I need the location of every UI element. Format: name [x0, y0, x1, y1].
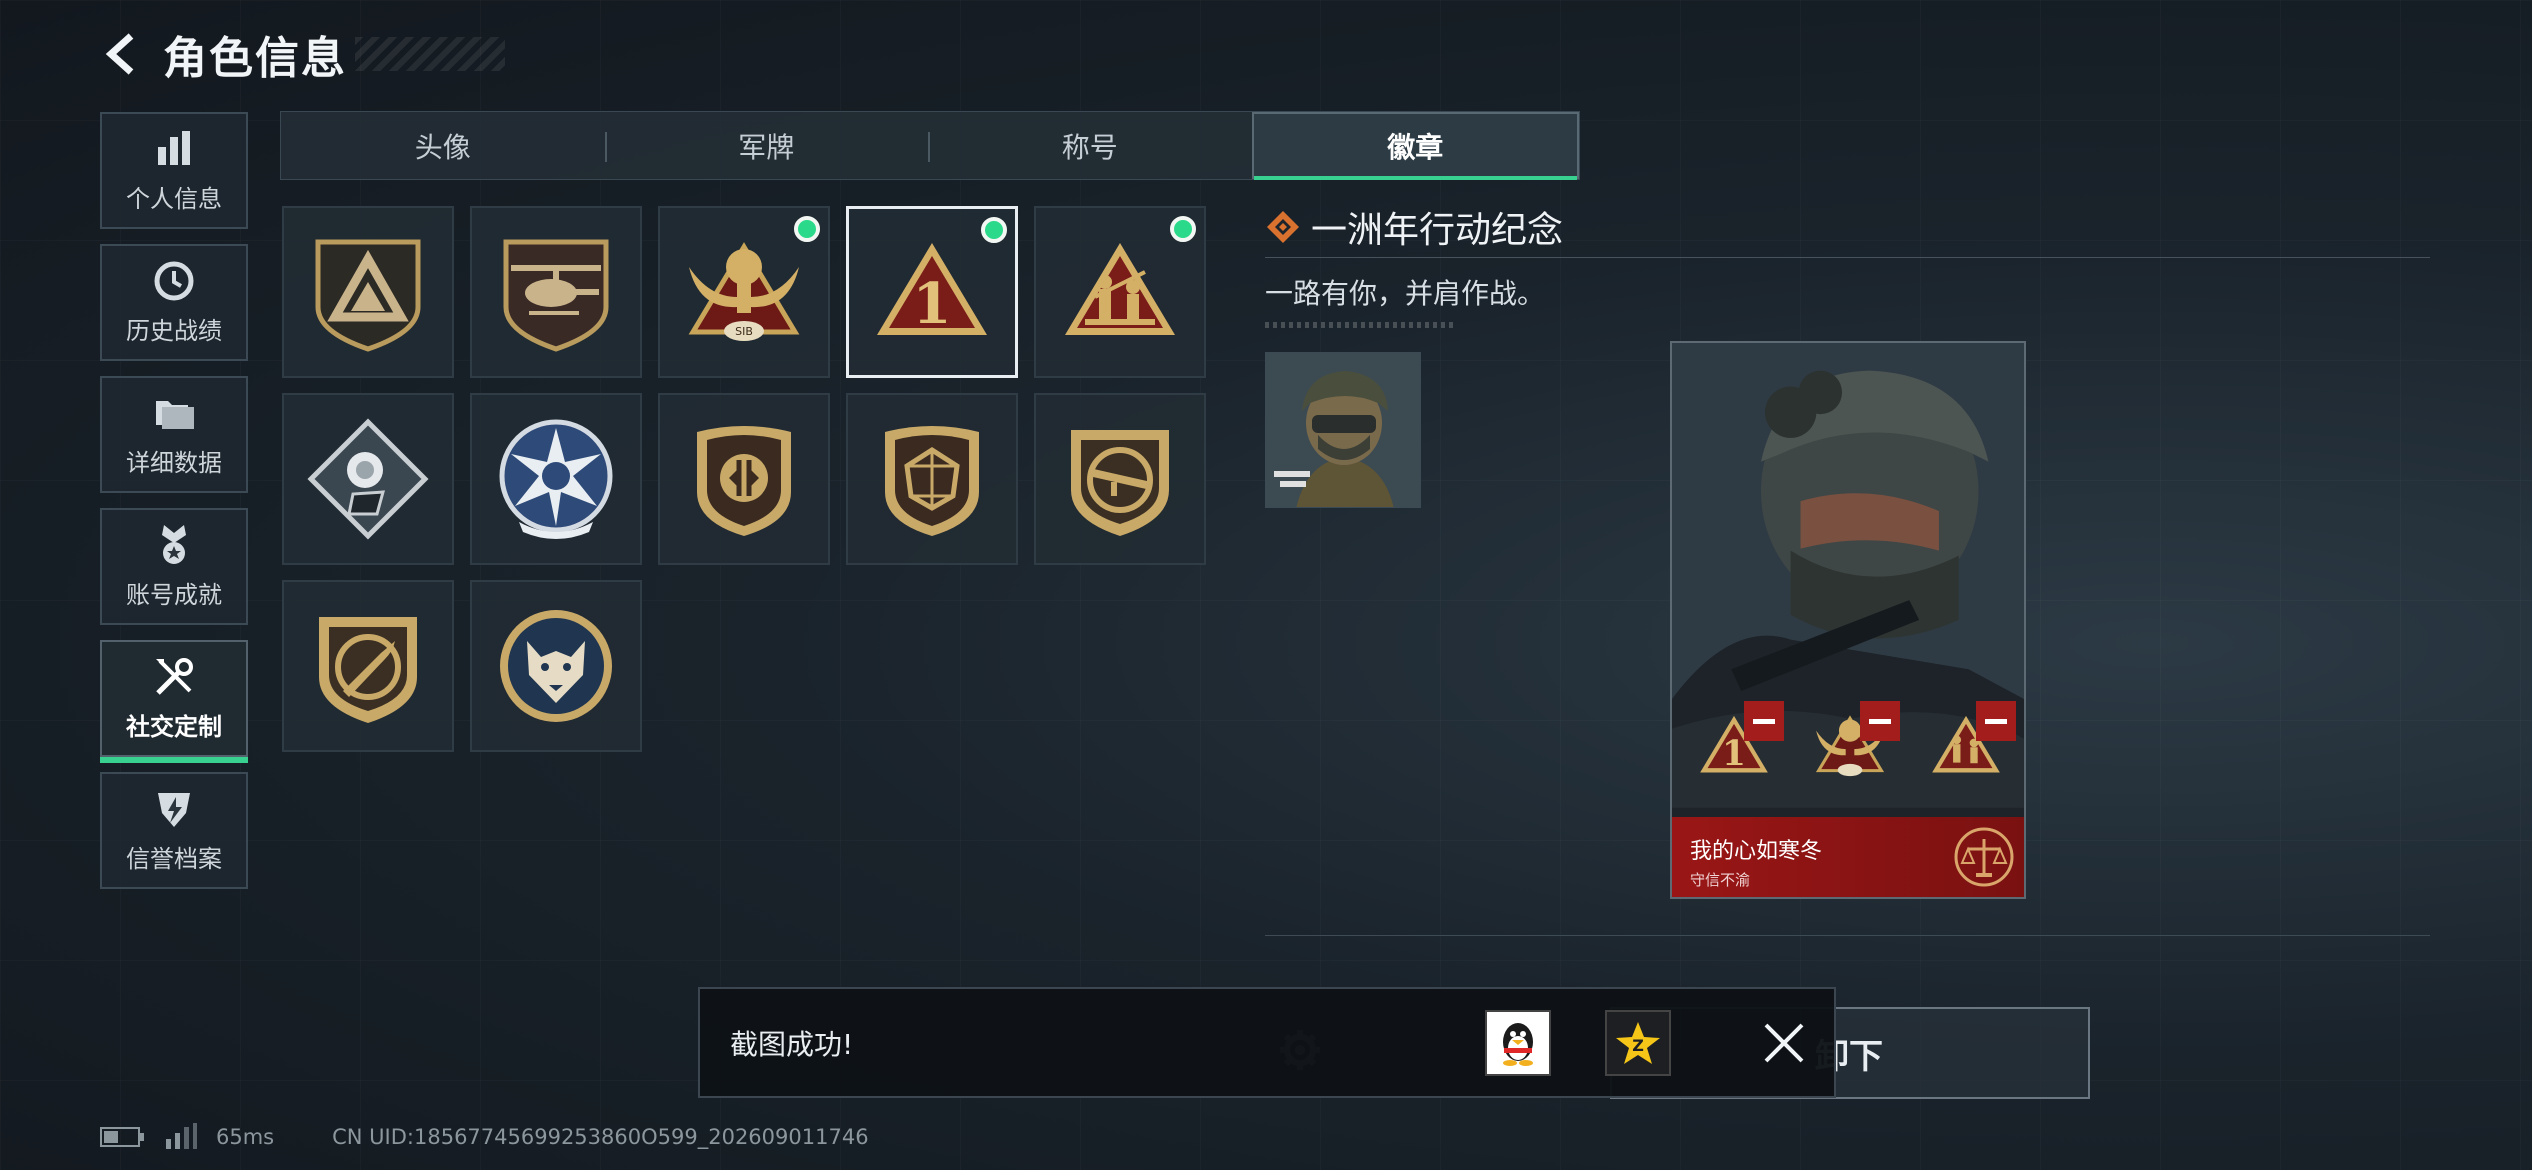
- dice-shield-badge: [885, 426, 979, 536]
- tab-bar: 头像 军牌 称号 徽章: [280, 111, 1580, 180]
- equipped-badge-slot: [1912, 701, 2020, 791]
- scales-emblem-icon: [1954, 827, 2014, 887]
- badge-cell[interactable]: [846, 393, 1018, 565]
- remove-badge-button[interactable]: [1976, 701, 2016, 741]
- svg-text:Z: Z: [1632, 1036, 1644, 1055]
- qq-penguin-icon: [1503, 1023, 1533, 1066]
- remove-badge-button[interactable]: [1860, 701, 1900, 741]
- signal-icon: [166, 1123, 197, 1149]
- sidebar-item-label: 详细数据: [126, 449, 222, 477]
- sidebar-item-label: 历史战绩: [126, 317, 222, 345]
- close-icon: [1764, 1023, 1804, 1063]
- badge-cell[interactable]: [282, 580, 454, 752]
- detail-decoration: [1265, 322, 1455, 328]
- clock-icon: [154, 261, 194, 301]
- badge-cell[interactable]: [658, 393, 830, 565]
- diamond-icon: [1267, 210, 1299, 243]
- badge-cell[interactable]: SIB: [658, 206, 830, 378]
- helicopter-badge: [503, 239, 609, 352]
- bullet-shield-badge: [319, 617, 417, 723]
- player-card-preview: 1 我的心如寒冬 守信不渝: [1670, 341, 2026, 899]
- status-bar: 65ms CN UID:18567745699253860O599_202609…: [100, 1120, 869, 1154]
- badge-cell[interactable]: [282, 393, 454, 565]
- equipped-indicator: [981, 217, 1007, 243]
- svg-text:SIB: SIB: [735, 325, 753, 338]
- sidebar-item-label: 社交定制: [126, 713, 222, 741]
- rose-diamond-badge: [307, 418, 429, 540]
- rifle-shield-badge: [1071, 430, 1169, 536]
- svg-text:1: 1: [913, 271, 952, 337]
- detail-header: 一洲年行动纪念: [1265, 200, 2430, 258]
- remove-badge-button[interactable]: [1744, 701, 1784, 741]
- sidebar-item-label: 信誉档案: [126, 845, 222, 873]
- toast-message: 截图成功!: [730, 1027, 854, 1061]
- badge-cell[interactable]: [282, 206, 454, 378]
- share-qq-button[interactable]: [1485, 1010, 1551, 1076]
- detail-description: 一路有你，并肩作战。: [1265, 277, 1546, 310]
- equipped-indicator: [1170, 216, 1196, 242]
- tools-icon: [156, 658, 193, 695]
- detail-title: 一洲年行动纪念: [1311, 209, 1564, 251]
- number-one-triangle-badge: 1: [877, 243, 987, 337]
- uid-text: CN UID:18567745699253860O599_20260901174…: [332, 1125, 869, 1149]
- card-title-bar: 我的心如寒冬 守信不渝: [1672, 817, 2024, 897]
- sidebar-item-label: 个人信息: [126, 185, 222, 213]
- medal-icon: [162, 525, 186, 564]
- ping-value: 65ms: [216, 1125, 275, 1149]
- svg-text:1: 1: [1722, 734, 1746, 774]
- sidebar-item-history[interactable]: 历史战绩: [100, 244, 248, 361]
- winged-sib-badge: SIB: [688, 242, 800, 341]
- chevron-left-icon[interactable]: [95, 26, 151, 82]
- sidebar-item-achievements[interactable]: 账号成就: [100, 508, 248, 625]
- sidebar-item-label: 账号成就: [126, 581, 222, 609]
- screenshot-toast: 截图成功! Z: [698, 987, 1836, 1098]
- badge-cell[interactable]: [1034, 393, 1206, 565]
- sidebar: 个人信息 历史战绩 详细数据 账号成就 社交定制 信誉档案: [100, 112, 248, 904]
- soldier-avatar-image: [1266, 353, 1420, 507]
- soldier-illustration: [1672, 343, 2024, 895]
- badge-cell[interactable]: 1: [846, 206, 1018, 378]
- badge-detail: 一洲年行动纪念 一路有你，并肩作战。: [1265, 200, 2430, 508]
- wolf-round-badge: [500, 610, 612, 722]
- equipped-indicator: [794, 216, 820, 242]
- tab-badge[interactable]: 徽章: [1251, 112, 1579, 180]
- badge-cell[interactable]: [470, 393, 642, 565]
- soldiers-triangle-badge: [1065, 243, 1175, 335]
- sidebar-item-personal-info[interactable]: 个人信息: [100, 112, 248, 229]
- sidebar-item-reputation[interactable]: 信誉档案: [100, 772, 248, 889]
- tab-dog-tag[interactable]: 军牌: [604, 112, 929, 179]
- header: 角色信息: [95, 22, 505, 86]
- tab-title[interactable]: 称号: [928, 112, 1252, 179]
- folder-icon: [156, 401, 194, 429]
- avatar[interactable]: [1265, 352, 1421, 508]
- split-shield-badge: [697, 426, 791, 536]
- star-icon: Z: [1616, 1022, 1660, 1064]
- badge-cell[interactable]: [470, 580, 642, 752]
- triangle-shield-badge: [315, 239, 421, 352]
- badge-cell[interactable]: [1034, 206, 1206, 378]
- bar-chart-icon: [158, 131, 190, 165]
- badge-grid: SIB 1: [282, 206, 1206, 752]
- divider: [1265, 935, 2430, 936]
- share-qzone-button[interactable]: Z: [1605, 1010, 1671, 1076]
- star-skull-badge: [499, 419, 613, 539]
- title-decoration: [355, 37, 505, 71]
- sidebar-item-social-custom[interactable]: 社交定制: [100, 640, 248, 763]
- shield-icon: [158, 793, 190, 827]
- page-title: 角色信息: [163, 33, 347, 84]
- battery-icon: [100, 1127, 144, 1147]
- close-button[interactable]: [1750, 1009, 1818, 1077]
- badge-cell[interactable]: [470, 206, 642, 378]
- sidebar-item-detailed-data[interactable]: 详细数据: [100, 376, 248, 493]
- equipped-badge-slot: 1: [1680, 701, 1788, 791]
- tab-avatar[interactable]: 头像: [281, 112, 605, 179]
- equipped-badges: 1: [1680, 701, 2024, 791]
- equipped-badge-slot: [1796, 701, 1904, 791]
